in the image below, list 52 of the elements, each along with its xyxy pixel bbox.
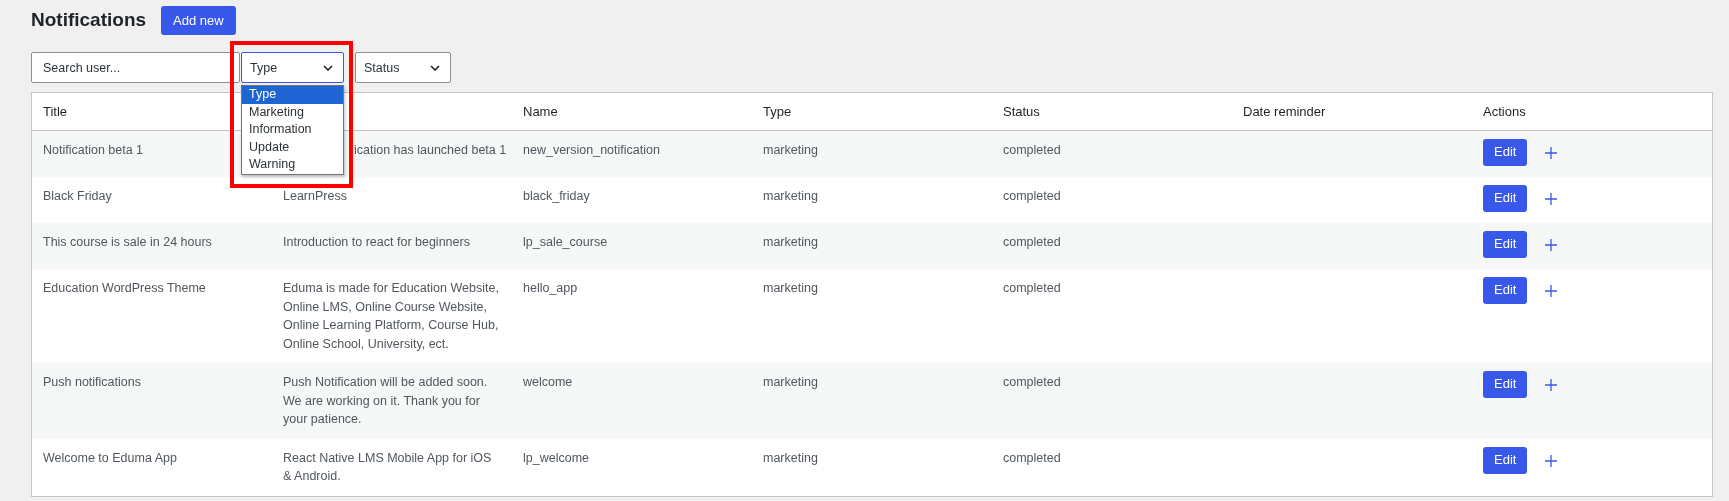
table-cell: welcome — [523, 375, 573, 389]
table-cell: completed — [1003, 450, 1061, 465]
table-cell: completed — [1003, 189, 1061, 203]
table-cell: marketing — [763, 235, 818, 249]
page-title: Notifications — [31, 9, 147, 31]
edit-button[interactable]: Edit — [1483, 277, 1528, 304]
table-cell: hello_app — [523, 281, 578, 295]
table-cell: Push Notification will be added soon. We are working on it. Thank you for your patience. — [283, 375, 488, 426]
add-new-button[interactable]: Add new — [161, 5, 236, 35]
column-header: Actions — [1483, 104, 1526, 119]
edit-button[interactable]: Edit — [1483, 139, 1528, 166]
column-header: Title — [43, 104, 68, 119]
table-cell: Push notifications — [43, 375, 141, 389]
column-header: Date reminder — [1243, 104, 1326, 119]
edit-button[interactable]: Edit — [1483, 185, 1528, 212]
table-cell: completed — [1003, 235, 1061, 249]
table-cell: LearnPress — [283, 189, 347, 203]
table-cell: marketing — [763, 143, 818, 157]
edit-button[interactable]: Edit — [1483, 231, 1528, 258]
table-cell: marketing — [763, 189, 818, 203]
edit-button[interactable]: Edit — [1483, 446, 1528, 474]
column-header: Status — [1003, 104, 1040, 119]
table-cell: completed — [1003, 375, 1061, 389]
table-cell: lp_sale_course — [523, 235, 608, 249]
table-cell: Introduction to react for beginners — [283, 235, 470, 249]
type-select[interactable]: Type — [241, 52, 344, 83]
table-cell: marketing — [763, 450, 818, 465]
column-header: Type — [763, 104, 792, 119]
status-select[interactable]: Status — [355, 52, 451, 83]
table-cell: Black Friday — [43, 189, 112, 203]
table-cell: Education WordPress Theme — [43, 281, 206, 295]
edit-button[interactable]: Edit — [1483, 371, 1528, 398]
table-cell: ication has launched beta 1 — [354, 143, 507, 157]
table-cell: Eduma is made for Education Website, Online LMS, Online Course Website, Online Learning Platform, Course Hub, Online School, University, ect. — [283, 281, 499, 351]
table-cell: marketing — [763, 375, 818, 389]
dropdown-option[interactable]: Warning — [242, 156, 343, 174]
dropdown-option[interactable]: Update — [242, 138, 343, 157]
table-cell: new_version_notification — [523, 143, 660, 157]
table-cell: lp_welcome — [523, 450, 589, 465]
table-cell: Welcome to Eduma App — [43, 450, 177, 465]
dropdown-option[interactable]: Marketing — [242, 103, 343, 122]
dropdown-option[interactable]: Type — [242, 86, 343, 104]
column-header: Name — [523, 104, 558, 119]
dropdown-option[interactable]: Information — [242, 121, 343, 139]
table-cell: black_friday — [523, 189, 590, 203]
table-cell: marketing — [763, 281, 818, 295]
table-cell: completed — [1003, 281, 1061, 295]
table-cell: React Native LMS Mobile App for iOS & Android. — [283, 450, 492, 483]
search-field[interactable]: Search user... — [31, 52, 240, 83]
table-cell: This course is sale in 24 hours — [43, 235, 212, 249]
table-cell: completed — [1003, 143, 1061, 157]
table-cell: Notification beta 1 — [43, 143, 144, 157]
